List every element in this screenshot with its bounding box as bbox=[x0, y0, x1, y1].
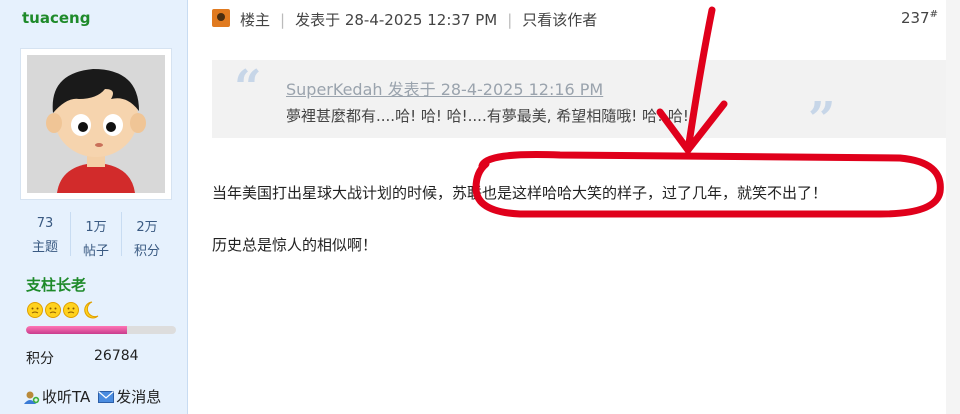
follow-button[interactable]: 收听TA bbox=[24, 386, 90, 407]
avatar[interactable] bbox=[20, 48, 172, 200]
sun-face-icon bbox=[45, 302, 61, 318]
floor-label: 楼主 bbox=[240, 11, 271, 29]
quote-block: “ ” SuperKedah 发表于 28-4-2025 12:16 PM 夢裡… bbox=[212, 60, 946, 148]
close-quote-icon: ” bbox=[808, 92, 836, 148]
floor-number-value: 237 bbox=[900, 9, 930, 27]
separator: | bbox=[280, 10, 286, 29]
scrollbar[interactable] bbox=[946, 0, 960, 414]
floor-number-mark: # bbox=[929, 9, 938, 20]
rank-icons bbox=[26, 300, 104, 320]
message-button[interactable]: 发消息 bbox=[98, 386, 161, 407]
follow-icon bbox=[24, 391, 40, 404]
stat-label: 帖子 bbox=[82, 244, 109, 259]
stat-posts[interactable]: 1万 帖子 bbox=[71, 212, 122, 259]
floor-owner-icon bbox=[212, 9, 230, 27]
stat-label: 主题 bbox=[31, 240, 58, 255]
post-body-line: 历史总是惊人的相似啊！ bbox=[212, 236, 378, 254]
rank-progress-bar bbox=[26, 326, 176, 334]
credit-value: 26784 bbox=[94, 348, 139, 364]
moon-icon bbox=[84, 301, 99, 319]
sun-face-icon bbox=[63, 302, 79, 318]
quote-text: 夢裡甚麼都有....哈! 哈! 哈!....有夢最美, 希望相隨哦! 哈! 哈! bbox=[286, 107, 689, 125]
open-quote-icon: “ bbox=[234, 60, 262, 116]
credit-label: 积分 bbox=[26, 351, 54, 367]
floor-number[interactable]: 237# bbox=[901, 9, 938, 27]
sun-face-icon bbox=[27, 302, 43, 318]
user-sidebar: tuaceng 73 主题 1万 帖子 2万 积分 支柱长老 积分 26784 … bbox=[0, 0, 188, 414]
post-header: 楼主 | 发表于 28-4-2025 12:37 PM | 只看该作者 237# bbox=[208, 0, 948, 36]
avatar-image bbox=[27, 55, 165, 193]
stat-value: 2万 bbox=[136, 220, 158, 235]
post-time: 发表于 28-4-2025 12:37 PM bbox=[295, 11, 498, 29]
stat-value: 73 bbox=[36, 216, 54, 231]
quote-author-link[interactable]: SuperKedah 发表于 28-4-2025 12:16 PM bbox=[286, 76, 603, 100]
envelope-icon bbox=[98, 390, 115, 403]
message-label: 发消息 bbox=[116, 388, 162, 406]
stat-value: 1万 bbox=[85, 220, 107, 235]
post-meta: 楼主 | 发表于 28-4-2025 12:37 PM | 只看该作者 bbox=[240, 9, 597, 30]
rank-progress-fill bbox=[26, 326, 127, 334]
stat-credits[interactable]: 2万 积分 bbox=[122, 212, 172, 259]
follow-label: 收听TA bbox=[42, 388, 91, 406]
user-actions: 收听TA 发消息 bbox=[24, 386, 161, 407]
stat-threads[interactable]: 73 主题 bbox=[20, 212, 71, 256]
post-body-line: 当年美国打出星球大战计划的时候，苏联也是这样哈哈大笑的样子，过了几年，就笑不出了… bbox=[212, 184, 828, 202]
username[interactable]: tuaceng bbox=[22, 9, 90, 27]
only-author-link[interactable]: 只看该作者 bbox=[522, 9, 597, 30]
user-stats: 73 主题 1万 帖子 2万 积分 bbox=[20, 212, 172, 259]
stat-label: 积分 bbox=[133, 244, 160, 259]
separator: | bbox=[507, 10, 513, 29]
user-rank[interactable]: 支柱长老 bbox=[26, 274, 86, 295]
